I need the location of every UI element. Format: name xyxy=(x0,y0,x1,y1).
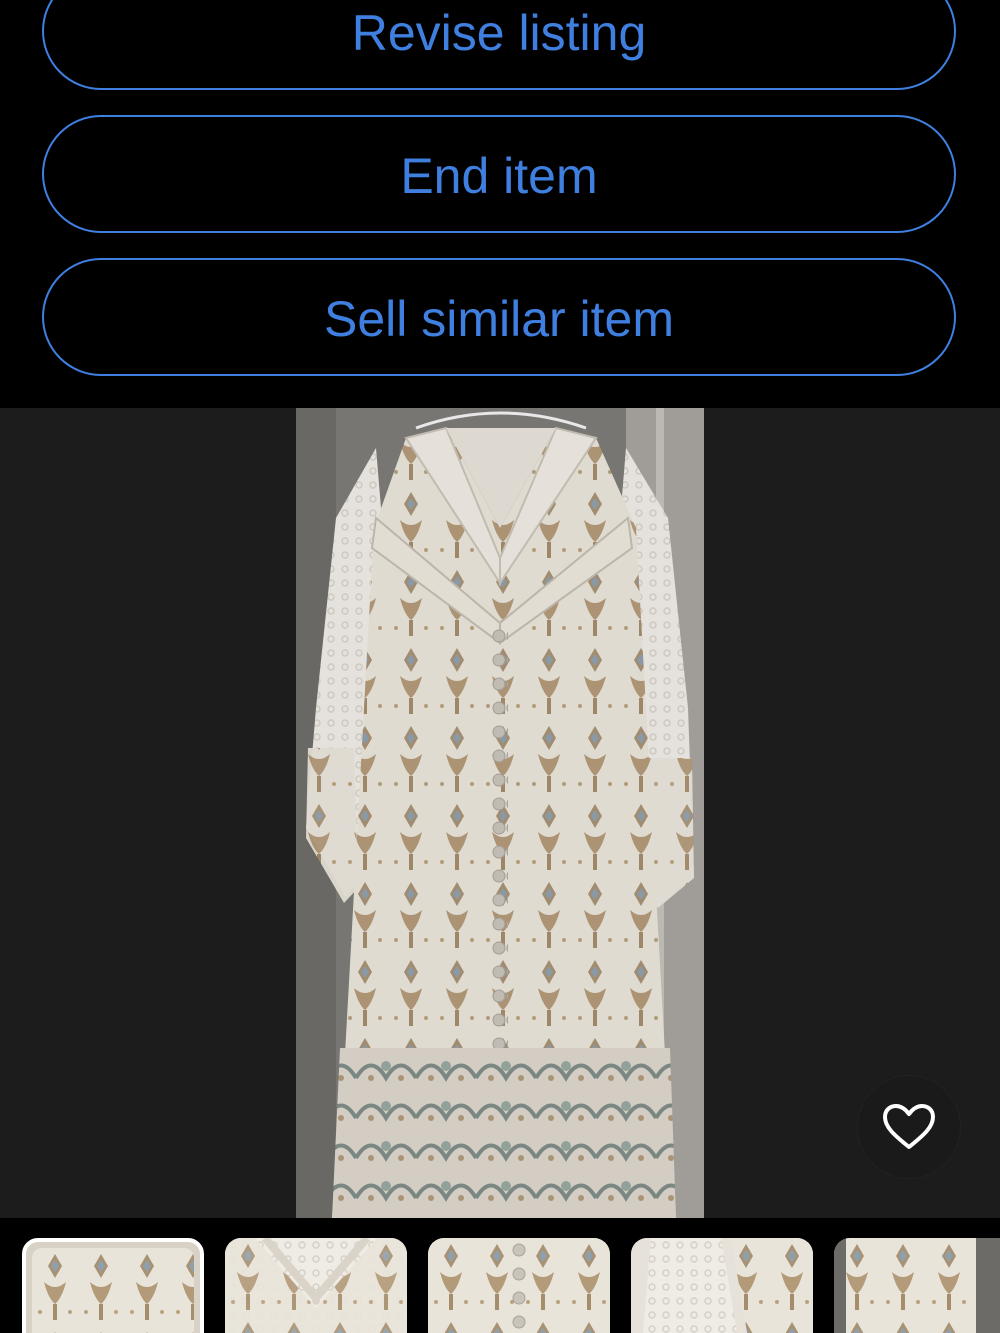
thumbnail-image xyxy=(32,1248,194,1333)
thumbnail-image xyxy=(225,1238,407,1333)
favorite-button[interactable] xyxy=(858,1076,960,1178)
listing-actions: Revise listing End item Sell similar ite… xyxy=(0,0,1000,408)
thumbnail-1[interactable] xyxy=(22,1238,204,1333)
thumbnail-strip[interactable] xyxy=(0,1218,1000,1333)
sell-similar-item-button[interactable]: Sell similar item xyxy=(42,258,956,376)
thumbnail-image xyxy=(631,1238,813,1333)
thumbnail-4[interactable] xyxy=(631,1238,813,1333)
thumbnail-3[interactable] xyxy=(428,1238,610,1333)
thumbnail-image xyxy=(428,1238,610,1333)
photo-gallery[interactable] xyxy=(0,408,1000,1218)
dress-photo-image xyxy=(296,408,704,1218)
end-item-button[interactable]: End item xyxy=(42,115,956,233)
thumbnail-5[interactable] xyxy=(834,1238,1000,1333)
thumbnail-2[interactable] xyxy=(225,1238,407,1333)
heart-outline-icon xyxy=(883,1104,935,1149)
thumbnail-image xyxy=(834,1238,1000,1333)
revise-listing-button[interactable]: Revise listing xyxy=(42,0,956,90)
main-item-photo[interactable] xyxy=(296,408,704,1218)
